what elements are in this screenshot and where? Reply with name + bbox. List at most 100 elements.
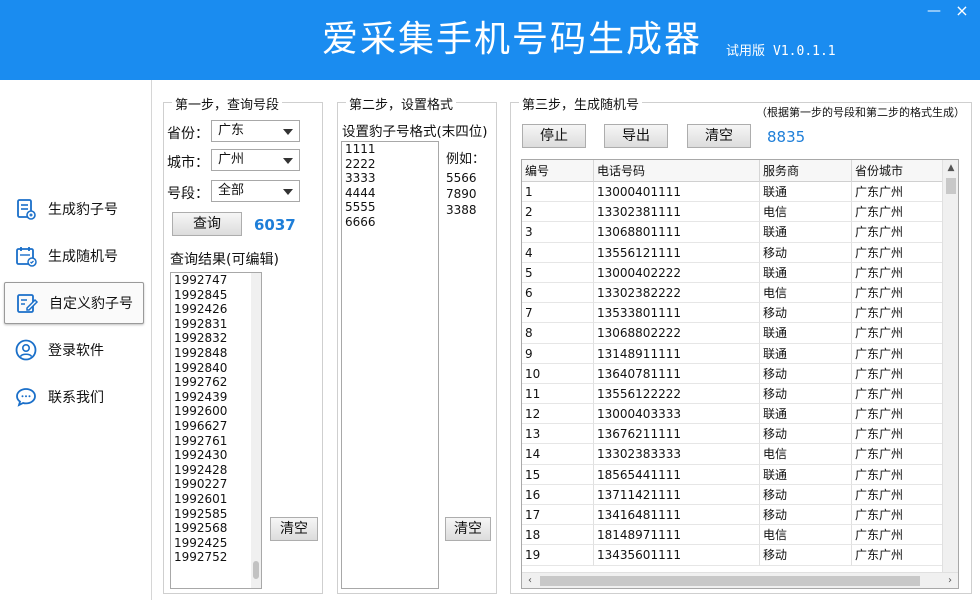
query-count: 6037 — [254, 216, 296, 234]
sidebar-item-label: 生成豹子号 — [48, 202, 118, 218]
table-cell: 13302381111 — [594, 202, 760, 223]
table-cell: 联通 — [760, 222, 852, 243]
list-item: 1992601 — [174, 491, 228, 506]
province-value: 广东 — [218, 123, 245, 138]
table-row[interactable]: 1 13000401111 联通 广东广州 — [522, 182, 944, 203]
table-row[interactable]: 8 13068802222 联通 广东广州 — [522, 323, 944, 344]
table-row[interactable]: 9 13148911111 联通 广东广州 — [522, 343, 944, 364]
step2-clear-button[interactable]: 清空 — [445, 517, 491, 541]
table-cell: 广东广州 — [852, 383, 944, 405]
table-cell: 移动 — [760, 505, 852, 526]
table-row[interactable]: 2 13302381111 电信 广东广州 — [522, 202, 944, 223]
example-label: 例如： — [446, 152, 486, 167]
scroll-up-icon[interactable]: ▲ — [943, 160, 958, 176]
list-item: 2222 — [345, 156, 376, 171]
table-cell: 广东广州 — [852, 182, 944, 203]
list-item: 6666 — [345, 214, 376, 229]
table-row[interactable]: 12 13000403333 联通 广东广州 — [522, 404, 944, 425]
province-label: 省份： — [167, 126, 209, 142]
scroll-right-icon[interactable]: › — [942, 573, 958, 588]
segment-select[interactable]: 全部 — [211, 180, 300, 202]
table-row[interactable]: 10 13640781111 移动 广东广州 — [522, 363, 944, 384]
table-cell: 13302383333 — [594, 444, 760, 465]
query-result-lines: 1992747 1992845 1992426 1992831 1992832 19928… — [171, 273, 261, 565]
sidebar-item-generate-leopard[interactable]: 生成豹子号 — [4, 188, 144, 230]
scrollbar-thumb[interactable] — [946, 178, 956, 194]
table-row[interactable]: 5 13000402222 联通 广东广州 — [522, 262, 944, 283]
column-header[interactable]: 电话号码 — [594, 160, 760, 182]
table-cell: 6 — [522, 282, 594, 304]
table-row[interactable]: 18 18148971111 电信 广东广州 — [522, 525, 944, 546]
list-item: 1990227 — [174, 477, 228, 492]
table-cell: 18565441111 — [594, 464, 760, 485]
table-row[interactable]: 13 13676211111 移动 广东广州 — [522, 424, 944, 445]
table-vscroll[interactable]: ▲ — [942, 160, 958, 572]
list-item: 1992840 — [174, 360, 228, 375]
table-row[interactable]: 17 13416481111 移动 广东广州 — [522, 505, 944, 526]
table-hscroll[interactable]: ‹ › — [522, 572, 958, 588]
province-select[interactable]: 广东 — [211, 120, 300, 142]
table-row[interactable]: 3 13068801111 联通 广东广州 — [522, 222, 944, 243]
list-item: 3333 — [345, 171, 376, 186]
table-row[interactable]: 19 13435601111 移动 广东广州 — [522, 545, 944, 566]
table-cell: 17 — [522, 505, 594, 526]
table-cell: 广东广州 — [852, 303, 944, 324]
table-cell: 13068802222 — [594, 323, 760, 344]
table-row[interactable]: 16 13711421111 移动 广东广州 — [522, 484, 944, 505]
list-item: 1992568 — [174, 521, 228, 536]
table-cell: 12 — [522, 404, 594, 425]
table-cell: 13556122222 — [594, 383, 760, 405]
table-cell: 18148971111 — [594, 525, 760, 546]
chat-icon — [12, 383, 40, 411]
list-item: 1992428 — [174, 462, 228, 477]
table-cell: 13533801111 — [594, 303, 760, 324]
query-result-list[interactable]: 1992747 1992845 1992426 1992831 1992832 19928… — [170, 272, 262, 589]
table-row[interactable]: 11 13556122222 移动 广东广州 — [522, 383, 944, 405]
table-cell: 7 — [522, 303, 594, 324]
table-cell: 电信 — [760, 444, 852, 465]
scrollbar-thumb[interactable] — [253, 561, 259, 579]
table-row[interactable]: 14 13302383333 电信 广东广州 — [522, 444, 944, 465]
table-row[interactable]: 6 13302382222 电信 广东广州 — [522, 282, 944, 304]
list-item: 1992600 — [174, 404, 228, 419]
scroll-left-icon[interactable]: ‹ — [522, 573, 538, 588]
table-cell: 9 — [522, 343, 594, 364]
version-number: V1.0.1.1 — [773, 44, 836, 59]
column-header[interactable]: 省份城市 — [852, 160, 944, 182]
list-item: 5566 — [446, 171, 477, 185]
list-item: 4444 — [345, 185, 376, 200]
table-cell: 10 — [522, 363, 594, 384]
column-header[interactable]: 编号 — [522, 160, 594, 182]
table-cell: 13640781111 — [594, 363, 760, 384]
table-cell: 16 — [522, 484, 594, 505]
table-cell: 2 — [522, 202, 594, 223]
table-row[interactable]: 15 18565441111 联通 广东广州 — [522, 464, 944, 485]
sidebar-item-generate-random[interactable]: 生成随机号 — [4, 235, 144, 277]
edition-label: 试用版 — [726, 44, 766, 59]
step1-clear-button[interactable]: 清空 — [270, 517, 318, 541]
table-cell: 联通 — [760, 404, 852, 425]
close-button[interactable]: × — [950, 2, 974, 20]
query-button[interactable]: 查询 — [172, 212, 242, 236]
export-button[interactable]: 导出 — [604, 124, 668, 148]
table-cell: 13000402222 — [594, 262, 760, 283]
format-list[interactable]: 1111 2222 3333 4444 5555 6666 — [341, 141, 439, 589]
list-item: 1992747 — [174, 273, 228, 287]
city-select[interactable]: 广州 — [211, 149, 300, 171]
sidebar-item-contact[interactable]: 联系我们 — [4, 376, 144, 418]
table-row[interactable]: 7 13533801111 移动 广东广州 — [522, 303, 944, 324]
table-row[interactable]: 4 13556121111 移动 广东广州 — [522, 242, 944, 263]
column-header[interactable]: 服务商 — [760, 160, 852, 182]
sidebar-item-custom-leopard[interactable]: 自定义豹子号 — [4, 282, 144, 324]
table-cell: 13000403333 — [594, 404, 760, 425]
sidebar-item-login[interactable]: 登录软件 — [4, 329, 144, 371]
scrollbar-thumb[interactable] — [540, 576, 920, 586]
table-cell: 广东广州 — [852, 343, 944, 364]
stop-button[interactable]: 停止 — [522, 124, 586, 148]
result-table[interactable]: 编号 电话号码 服务商 省份城市 1 13000401111 联通 广东广州 2 1330… — [521, 159, 959, 589]
scrollbar[interactable] — [251, 273, 261, 588]
step3-clear-button[interactable]: 清空 — [687, 124, 751, 148]
minimize-button[interactable]: — — [922, 2, 946, 20]
list-item: 1992439 — [174, 389, 228, 404]
list-item: 1992430 — [174, 448, 228, 463]
